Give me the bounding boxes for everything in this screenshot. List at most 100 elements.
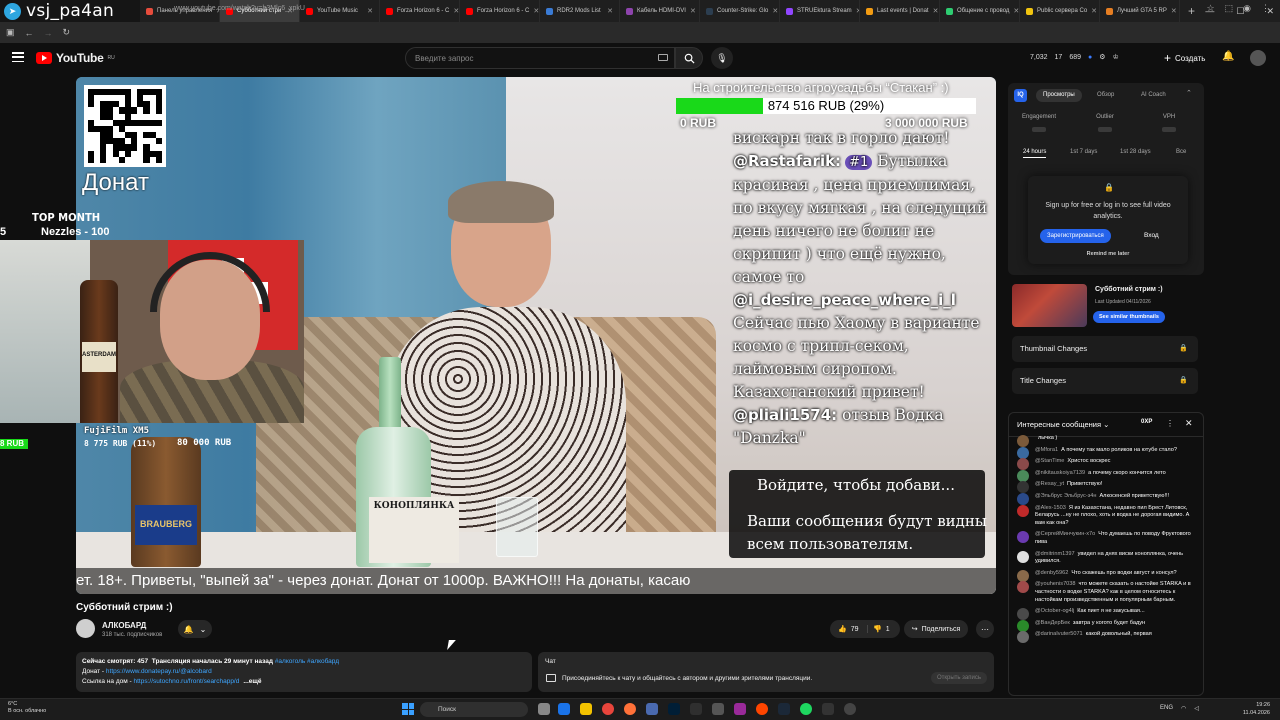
tab-close-icon[interactable]: ✕ (1171, 7, 1177, 15)
similar-thumbnails-button[interactable]: See similar thumbnails (1093, 311, 1165, 323)
range-24h[interactable]: 24 hours (1023, 149, 1047, 158)
browser-tab[interactable]: Last events | Donat ✕ (860, 0, 940, 22)
spotify-icon[interactable] (800, 703, 812, 715)
house-link[interactable]: https://sutochno.ru/front/searchapp/d (133, 678, 239, 685)
title-changes-row[interactable]: Title Changes 🔒 (1012, 368, 1198, 394)
chat-avatar[interactable] (1017, 631, 1029, 644)
browser-tab[interactable]: Кабель HDMI-DVI ✕ (620, 0, 700, 22)
keyboard-icon[interactable] (658, 54, 668, 61)
browser-tab[interactable]: RDR2 Mods List ✕ (540, 0, 620, 22)
url-field[interactable]: www.youtube.com/watch?v=b3Mlc6_xpkU (174, 5, 305, 12)
signup-button[interactable]: Зарегистрироваться (1040, 229, 1111, 243)
like-button[interactable]: 👍 79 (830, 625, 868, 633)
sidebar-toggle-icon[interactable]: ▣ (6, 27, 15, 38)
edge-icon[interactable] (558, 703, 570, 715)
chat-author[interactable]: @Alex-1503 (1035, 505, 1066, 511)
browser-tab[interactable]: YouTube Music ✕ (300, 0, 380, 22)
menu-dots-icon[interactable]: ⋮ (1261, 3, 1270, 14)
tab-close-icon[interactable]: ✕ (772, 7, 778, 15)
volume-icon[interactable]: ◁ (1194, 705, 1199, 712)
dislike-button[interactable]: 👎 1 (868, 625, 900, 634)
hashtags[interactable]: #алкоголь #алкобард (275, 658, 339, 665)
app-icon[interactable] (646, 703, 658, 715)
app-icon[interactable] (844, 703, 856, 715)
tab-close-icon[interactable]: ✕ (367, 7, 373, 15)
more-dots-icon[interactable]: ⋮ (1166, 419, 1174, 428)
app-icon[interactable] (712, 703, 724, 715)
search-input[interactable]: Введите запрос (405, 47, 675, 69)
reload-icon[interactable]: ↻ (63, 27, 71, 38)
voice-search-button[interactable]: 🎙 (711, 47, 733, 69)
thumbnail-changes-row[interactable]: Thumbnail Changes 🔒 (1012, 336, 1198, 362)
chat-author[interactable]: @Эльбрус Эльбрус-з4н (1035, 493, 1096, 499)
start-button[interactable] (402, 703, 414, 715)
browser-icon[interactable] (756, 703, 768, 715)
notifications-bell-icon[interactable]: 🔔 (1222, 51, 1234, 62)
browser-tab[interactable]: STRUEktura Stream✕ (780, 0, 860, 22)
extension-icon[interactable]: ⚙ (1099, 53, 1105, 61)
chat-author[interactable]: @ВанДерБек (1035, 620, 1070, 626)
chat-author[interactable]: @dmitrinm1397 (1035, 551, 1075, 557)
new-tab-button[interactable]: + (1180, 4, 1203, 18)
obs-icon[interactable] (690, 703, 702, 715)
open-replay-button[interactable]: Открыть запись (930, 672, 987, 684)
profile-icon[interactable]: ◉ (1243, 3, 1251, 14)
tab-close-icon[interactable]: ✕ (533, 7, 539, 15)
vidiq-icon[interactable]: ● (1088, 54, 1092, 61)
browser-tab[interactable]: Public сервера Co ✕ (1020, 0, 1100, 22)
chat-avatar[interactable] (1017, 504, 1029, 517)
remind-later-link[interactable]: Remind me later (1028, 251, 1188, 257)
chat-author[interactable]: @denby5962 (1035, 570, 1068, 576)
app-icon[interactable] (734, 703, 746, 715)
range-7d[interactable]: 1st 7 days (1070, 149, 1097, 155)
tab-close-icon[interactable]: ✕ (1091, 7, 1097, 15)
tab-close-icon[interactable]: ✕ (690, 7, 696, 15)
lang-indicator[interactable]: ENG (1160, 705, 1173, 712)
login-button[interactable]: Вход (1144, 229, 1159, 243)
chat-author[interactable]: @Mfora1 (1035, 447, 1058, 453)
chat-avatar[interactable] (1017, 531, 1029, 544)
share-button[interactable]: ↪ Поделиться (904, 620, 968, 638)
tab-views[interactable]: Просмотры (1036, 89, 1082, 102)
clock[interactable]: 19:26 11.04.2026 (1240, 701, 1270, 717)
chat-avatar[interactable] (1017, 581, 1029, 594)
explorer-icon[interactable] (580, 703, 592, 715)
chat-author[interactable]: @Resay_yt (1035, 481, 1064, 487)
chat-avatar[interactable] (1017, 550, 1029, 563)
browser-tab[interactable]: Forza Horizon 6 - C ✕ (380, 0, 460, 22)
range-all[interactable]: Все (1176, 149, 1186, 155)
weather-widget[interactable]: 6°C В осн. облачно (8, 701, 46, 715)
channel-name[interactable]: АЛКОБАРД (102, 621, 146, 630)
taskbar-search[interactable]: Поиск (420, 702, 528, 717)
chrome-icon[interactable] (602, 703, 614, 715)
collapse-icon[interactable]: ⌃ (1186, 89, 1192, 97)
forward-icon[interactable]: → (44, 28, 53, 38)
extensions-icon[interactable]: ⬚ (1225, 3, 1234, 14)
channel-avatar[interactable] (76, 619, 95, 638)
youtube-logo[interactable]: YouTube RU (36, 51, 115, 65)
video-description[interactable]: Сейчас смотрят: 457 Трансляция началась … (76, 652, 532, 692)
tab-overview[interactable]: Обзор (1090, 89, 1121, 102)
task-view-icon[interactable] (538, 703, 550, 715)
show-more-link[interactable]: ...ещё (243, 678, 261, 685)
hamburger-menu-icon[interactable] (12, 52, 24, 62)
donate-link[interactable]: https://www.donatepay.ru/@alcobard (106, 668, 212, 675)
account-avatar[interactable] (1250, 50, 1266, 66)
chat-author[interactable]: @youhenis7038 (1035, 581, 1076, 587)
browser-tab[interactable]: Forza Horizon 6 - C ✕ (460, 0, 540, 22)
app-icon[interactable] (822, 703, 834, 715)
browser-tab[interactable]: Counter-Strike: Glo ✕ (700, 0, 780, 22)
tab-ai-coach[interactable]: AI Coach (1134, 89, 1173, 102)
tab-close-icon[interactable]: ✕ (1013, 7, 1019, 15)
browser-tab[interactable]: Общение с провод ✕ (940, 0, 1020, 22)
trophy-icon[interactable]: ♔ (1113, 53, 1119, 61)
chat-author[interactable]: @October-og4lj (1035, 608, 1074, 614)
create-button[interactable]: + Создать (1158, 49, 1211, 67)
wifi-icon[interactable]: ◠ (1181, 705, 1186, 712)
close-icon[interactable]: ✕ (1185, 418, 1193, 429)
firefox-icon[interactable] (624, 703, 636, 715)
chat-author[interactable]: @StanTime (1035, 458, 1064, 464)
search-button[interactable] (675, 47, 703, 69)
chat-author[interactable]: @СергейМинчукин-x7o (1035, 531, 1095, 537)
tab-close-icon[interactable]: ✕ (607, 7, 613, 15)
